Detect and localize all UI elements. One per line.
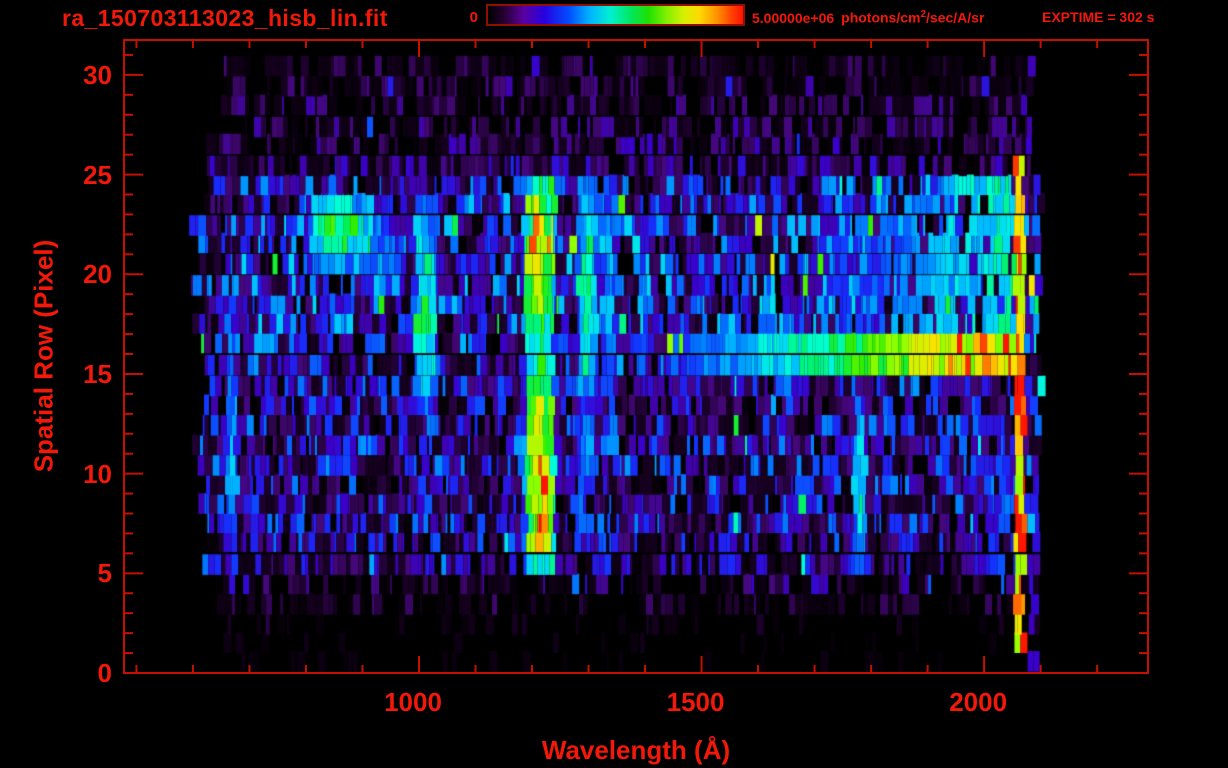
- colorbar-units-suffix: /sec/A/sr: [926, 9, 985, 26]
- y-tick-label: 10: [83, 458, 112, 489]
- colorbar: [486, 4, 745, 26]
- spectrogram-canvas: [124, 40, 1148, 673]
- y-tick-label: 5: [97, 558, 112, 589]
- exptime-label: EXPTIME = 302 s: [1042, 9, 1155, 25]
- y-tick-label: 30: [83, 59, 112, 90]
- colorbar-units-prefix: photons/cm: [841, 9, 921, 26]
- plot-title: ra_150703113023_hisb_lin.fit: [62, 5, 388, 31]
- page-background: { "header": { "title": "ra_150703113023_…: [0, 0, 1228, 768]
- y-tick-label: 15: [83, 358, 112, 389]
- y-tick-label: 0: [97, 658, 112, 688]
- x-tick-label: 1500: [666, 687, 725, 717]
- y-tick-label: 20: [83, 259, 112, 290]
- colorbar-max-label: 5.00000e+06 photons/cm2/sec/A/sr: [752, 9, 984, 26]
- x-axis-label: Wavelength (Å): [541, 735, 731, 765]
- y-axis-label: Spatial Row (Pixel): [28, 239, 59, 473]
- x-tick-label: 2000: [949, 687, 1008, 717]
- x-tick-label: 1000: [384, 687, 442, 717]
- colorbar-max-value: 5.00000e+06: [752, 9, 835, 26]
- y-tick-label: 25: [83, 159, 112, 190]
- colorbar-min-label: 0: [469, 9, 478, 26]
